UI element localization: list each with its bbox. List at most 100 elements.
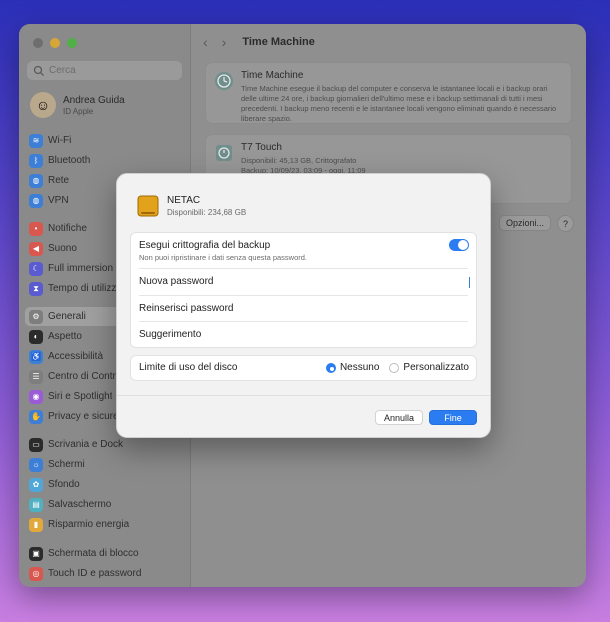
disk-limit-radio-group: Nessuno Personalizzato	[316, 362, 469, 373]
options-button[interactable]: Opzioni...	[498, 215, 551, 231]
radio-custom[interactable]: Personalizzato	[389, 362, 469, 373]
lock-screen-icon: ▣	[29, 546, 43, 561]
sidebar-item-label: Siri e Spotlight	[48, 391, 113, 402]
user-subtitle: ID Apple	[63, 106, 94, 116]
zoom-window-button[interactable]	[67, 38, 77, 48]
close-window-button[interactable]	[33, 38, 43, 48]
avatar: ☺	[30, 92, 56, 118]
sidebar-item-label: Risparmio energia	[48, 519, 130, 530]
external-drive-icon	[137, 195, 159, 217]
sidebar-item-touch-id-e-password[interactable]: ◎ Touch ID e password	[25, 564, 182, 583]
sidebar-item-label: Wi-Fi	[48, 135, 72, 146]
sidebar-item-schermi[interactable]: ☼ Schermi	[25, 455, 182, 474]
appearance-icon: ◐	[29, 329, 43, 344]
sidebar-item-label: Full immersion	[48, 263, 114, 274]
siri-icon: ◉	[29, 389, 43, 404]
radio-none[interactable]: Nessuno	[325, 362, 380, 373]
sidebar-item-label: Tempo di utilizzo	[48, 283, 122, 294]
encryption-row: Esegui crittografia del backup Non puoi …	[131, 233, 476, 265]
hand-icon: ✋	[29, 409, 43, 424]
disk-limit-group: Limite di uso del disco Nessuno Personal…	[130, 355, 477, 381]
time-machine-icon	[215, 72, 233, 90]
gear-icon: ⚙	[29, 309, 43, 324]
reenter-password-row	[131, 296, 476, 321]
hourglass-icon: ⧗	[29, 281, 43, 296]
sidebar-item-risparmio-energia[interactable]: ▮ Risparmio energia	[25, 515, 182, 534]
card-description: Time Machine esegue il backup del comput…	[241, 84, 557, 124]
user-name: Andrea Guida	[63, 94, 125, 106]
sidebar-item-label: Aspetto	[48, 331, 82, 342]
time-machine-info-card: Time Machine Time Machine esegue il back…	[205, 62, 572, 124]
search-input[interactable]	[46, 65, 169, 76]
wallpaper-icon: ✿	[29, 477, 43, 492]
drive-name: NETAC	[167, 195, 201, 206]
forward-chevron-icon[interactable]: ›	[222, 34, 227, 50]
sidebar-item-label: Touch ID e password	[48, 568, 142, 579]
sidebar-item-label: Scrivania e Dock	[48, 439, 124, 450]
sidebar-item-schermata-di-blocco[interactable]: ▣ Schermata di blocco	[25, 544, 182, 563]
radio-none-label: Nessuno	[339, 362, 380, 373]
window-controls	[33, 38, 77, 48]
sidebar-search[interactable]	[27, 61, 182, 80]
sidebar-item-label: Bluetooth	[48, 155, 91, 166]
toggle-knob	[458, 240, 468, 250]
search-icon	[33, 65, 44, 76]
radio-custom-label: Personalizzato	[403, 362, 469, 373]
sidebar-item-label: Notifiche	[48, 223, 87, 234]
battery-icon: ▮	[29, 517, 43, 532]
password-hint-field[interactable]	[139, 329, 468, 340]
sidebar-item-label: VPN	[48, 195, 69, 206]
reenter-password-field[interactable]	[139, 303, 468, 314]
radio-button	[325, 362, 336, 373]
new-password-field[interactable]	[139, 276, 468, 287]
back-chevron-icon[interactable]: ‹	[203, 34, 208, 50]
sidebar-item-label: Accessibilità	[48, 351, 104, 362]
sidebar-item-label: Sfondo	[48, 479, 80, 490]
disk-name: T7 Touch	[241, 142, 282, 153]
bell-icon: •	[29, 221, 43, 236]
sidebar-item-label: Suono	[48, 243, 77, 254]
sidebar-item-label: Schermata di blocco	[48, 548, 139, 559]
screensaver-icon: ▤	[29, 497, 43, 512]
sidebar-item-wi-fi[interactable]: ≋ Wi-Fi	[25, 131, 182, 150]
wifi-icon: ≋	[29, 133, 43, 148]
disk-availability: Disponibili: 45,13 GB, Crittografato	[241, 156, 357, 165]
apple-id-account[interactable]: ☺ Andrea Guida ID Apple	[30, 92, 125, 118]
card-title: Time Machine	[241, 70, 304, 81]
moon-icon: ☾	[29, 261, 43, 276]
drive-available: Disponibili: 234,68 GB	[167, 208, 247, 217]
encryption-settings-group: Esegui crittografia del backup Non puoi …	[130, 232, 477, 348]
dock-icon: ▭	[29, 437, 43, 452]
bluetooth-icon: ᛒ	[29, 153, 43, 168]
encryption-toggle[interactable]	[449, 239, 469, 251]
cancel-button[interactable]: Annulla	[375, 410, 423, 425]
sidebar-item-label: Rete	[48, 175, 70, 186]
speaker-icon: ◀	[29, 241, 43, 256]
sidebar-item-label: Generali	[48, 311, 86, 322]
sidebar-item-sfondo[interactable]: ✿ Sfondo	[25, 475, 182, 494]
control-center-icon: ☰	[29, 369, 43, 384]
toolbar: ‹ › Time Machine	[203, 34, 315, 50]
new-password-row	[131, 269, 476, 295]
disk-limit-label: Limite di uso del disco	[139, 362, 238, 373]
page-title: Time Machine	[242, 36, 315, 48]
done-button[interactable]: Fine	[429, 410, 477, 425]
display-icon: ☼	[29, 457, 43, 472]
globe-icon: ◍	[29, 173, 43, 188]
sidebar-item-bluetooth[interactable]: ᛒ Bluetooth	[25, 151, 182, 170]
sidebar-item-salvaschermo[interactable]: ▤ Salvaschermo	[25, 495, 182, 514]
encryption-label: Esegui crittografia del backup	[139, 240, 271, 251]
hint-row	[131, 322, 476, 347]
encryption-sublabel: Non puoi ripristinare i dati senza quest…	[139, 253, 308, 262]
minimize-window-button[interactable]	[50, 38, 60, 48]
footer-divider	[117, 395, 490, 396]
sidebar-item-label: Salvaschermo	[48, 499, 112, 510]
sidebar-item-label: Schermi	[48, 459, 85, 470]
vpn-icon: ◍	[29, 193, 43, 208]
accessibility-icon: ♿	[29, 349, 43, 364]
backup-disk-icon	[216, 145, 232, 161]
help-button[interactable]: ?	[557, 215, 574, 232]
backup-disk-setup-dialog: NETAC Disponibili: 234,68 GB Esegui crit…	[116, 173, 491, 438]
text-caret	[469, 277, 470, 288]
fingerprint-icon: ◎	[29, 566, 43, 581]
